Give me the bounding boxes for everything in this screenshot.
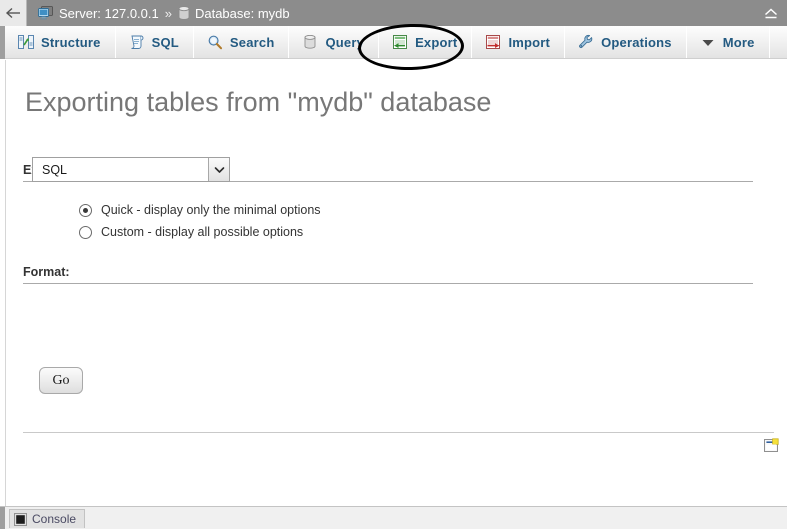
console-bar: Console: [0, 506, 787, 529]
query-icon: [305, 34, 316, 49]
navigation-tabs: Structure SQL Search Query Export Import…: [0, 26, 787, 59]
tab-import[interactable]: Import: [472, 26, 566, 58]
tab-structure[interactable]: Structure: [5, 26, 116, 58]
go-button-label: Go: [52, 372, 70, 388]
export-method-option-custom[interactable]: Custom - display all possible options: [79, 221, 753, 243]
sql-scroll-icon: [131, 35, 144, 49]
tab-operations-label: Operations: [601, 34, 672, 50]
tab-search[interactable]: Search: [194, 26, 290, 58]
radio-quick[interactable]: [79, 203, 92, 217]
tab-export[interactable]: Export: [379, 26, 473, 58]
chevron-down-icon: [214, 166, 224, 173]
import-icon: [486, 35, 501, 49]
server-label[interactable]: Server: 127.0.0.1: [59, 6, 159, 21]
database-cylinder-icon: [178, 5, 190, 20]
format-select[interactable]: SQL: [32, 157, 230, 182]
console-icon: [14, 512, 27, 526]
format-legend: Format:: [23, 265, 70, 279]
radio-quick-label[interactable]: Quick - display only the minimal options: [101, 203, 321, 217]
tab-export-label: Export: [415, 34, 458, 50]
panel-window-icon[interactable]: [763, 438, 779, 454]
structure-icon: [18, 35, 34, 49]
format-select-value: SQL: [42, 162, 68, 177]
collapse-up-icon: [764, 8, 778, 19]
page-title: Exporting tables from "mydb" database: [25, 87, 492, 117]
radio-custom[interactable]: [79, 225, 92, 239]
back-arrow-icon: [5, 7, 20, 19]
format-section: Format:: [23, 265, 753, 284]
wrench-icon: [579, 34, 593, 49]
format-rule: [23, 283, 753, 284]
search-icon: [208, 35, 222, 50]
server-monitor-icon: [38, 6, 53, 20]
tab-import-label: Import: [508, 34, 551, 50]
breadcrumb: Server: 127.0.0.1 » Database: mydb: [27, 6, 290, 21]
content-bottom-divider: [23, 432, 774, 433]
tab-search-label: Search: [229, 34, 275, 50]
breadcrumb-bar: Server: 127.0.0.1 » Database: mydb: [0, 0, 787, 26]
tab-operations[interactable]: Operations: [565, 26, 687, 58]
back-button[interactable]: [0, 0, 27, 26]
console-toggle[interactable]: Console: [9, 509, 86, 528]
tab-sql-label: SQL: [151, 34, 179, 50]
tab-more-label: More: [722, 34, 755, 50]
tab-query-label: Query: [325, 34, 365, 50]
tab-structure-label: Structure: [41, 34, 101, 50]
export-method-options: Quick - display only the minimal options…: [23, 199, 753, 243]
tab-query[interactable]: Query: [289, 26, 380, 58]
tab-sql[interactable]: SQL: [116, 26, 194, 58]
main-content: Exporting tables from "mydb" database Ex…: [5, 60, 787, 506]
export-method-option-quick[interactable]: Quick - display only the minimal options: [79, 199, 753, 221]
chevron-down-icon: [702, 40, 714, 46]
format-select-arrow[interactable]: [208, 158, 229, 181]
console-label: Console: [32, 512, 77, 526]
export-icon: [393, 35, 408, 49]
breadcrumb-separator: »: [164, 5, 172, 21]
tab-more[interactable]: More: [687, 26, 770, 58]
database-label[interactable]: Database: mydb: [195, 6, 290, 21]
radio-custom-label[interactable]: Custom - display all possible options: [101, 225, 303, 239]
go-button[interactable]: Go: [39, 367, 83, 394]
tabbar-filler: [770, 26, 787, 58]
collapse-button[interactable]: [760, 2, 782, 24]
